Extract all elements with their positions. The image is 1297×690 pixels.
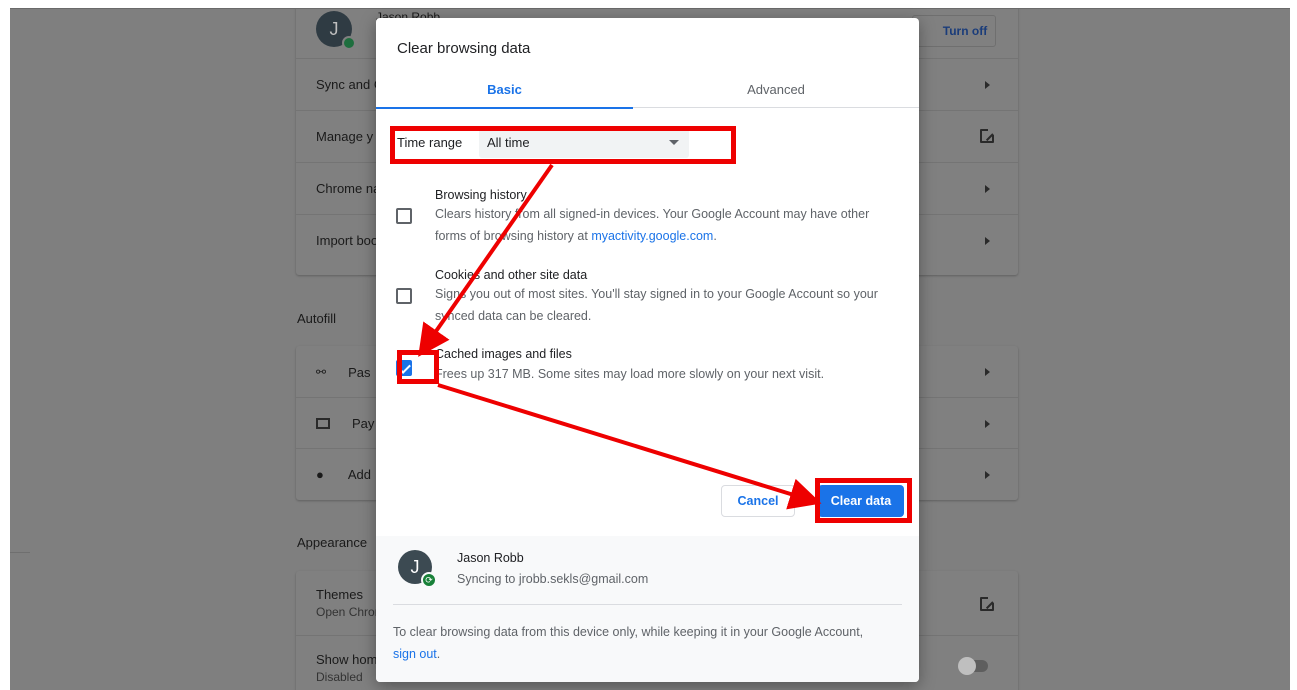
time-range-label: Time range bbox=[397, 135, 463, 150]
account-footer: J ⟳ Jason Robb Syncing to jrobb.sekls@gm… bbox=[376, 536, 919, 682]
arrow-right-icon bbox=[985, 368, 990, 376]
dialog-title: Clear browsing data bbox=[397, 40, 531, 57]
sign-out-note: To clear browsing data from this device … bbox=[393, 621, 873, 665]
themes-label: Themes bbox=[316, 587, 363, 602]
sign-out-link[interactable]: sign out bbox=[393, 647, 437, 661]
tab-basic[interactable]: Basic bbox=[376, 70, 633, 109]
row-label: Chrome na bbox=[316, 181, 381, 196]
credit-card-icon bbox=[316, 418, 330, 429]
cookies-checkbox[interactable] bbox=[396, 288, 412, 304]
profile-avatar-letter: J bbox=[329, 18, 339, 39]
tab-bar: Basic Advanced bbox=[376, 70, 919, 109]
location-pin-icon: ● bbox=[316, 467, 324, 482]
arrow-right-icon bbox=[985, 185, 990, 193]
show-home-toggle[interactable] bbox=[958, 657, 988, 675]
autofill-section-title: Autofill bbox=[297, 311, 337, 326]
cookies-title: Cookies and other site data bbox=[435, 268, 588, 282]
arrow-right-icon bbox=[985, 471, 990, 479]
clear-data-button[interactable]: Clear data bbox=[818, 485, 904, 517]
account-avatar: J ⟳ bbox=[398, 550, 437, 588]
profile-avatar: J bbox=[316, 11, 356, 50]
arrow-right-icon bbox=[985, 237, 990, 245]
row-label: Add bbox=[347, 467, 371, 482]
myactivity-link[interactable]: myactivity.google.com bbox=[591, 229, 713, 243]
open-external-icon bbox=[980, 596, 995, 611]
open-external-icon bbox=[980, 128, 995, 143]
themes-sub: Open Chron bbox=[316, 605, 382, 619]
cancel-button[interactable]: Cancel bbox=[721, 485, 795, 517]
row-label: Pay bbox=[352, 416, 375, 431]
sync-icon: ⟳ bbox=[421, 572, 437, 588]
tab-advanced[interactable]: Advanced bbox=[633, 70, 919, 108]
cached-images-title: Cached images and files bbox=[435, 347, 572, 361]
row-label: Sync and G bbox=[316, 77, 384, 92]
row-label: Pas bbox=[348, 364, 371, 380]
browsing-history-checkbox[interactable] bbox=[396, 208, 412, 224]
sync-badge-icon bbox=[342, 36, 356, 50]
browsing-history-desc: Clears history from all signed-in device… bbox=[435, 203, 895, 247]
note-text: To clear browsing data from this device … bbox=[393, 625, 864, 639]
show-home-label: Show home bbox=[316, 651, 385, 667]
avatar-letter: J bbox=[410, 556, 420, 577]
turn-off-button[interactable]: Turn off bbox=[912, 15, 996, 47]
show-home-sub: Disabled bbox=[316, 669, 363, 684]
row-label: Manage y bbox=[316, 129, 374, 144]
time-range-select[interactable]: All time bbox=[479, 126, 689, 158]
arrow-right-icon bbox=[985, 81, 990, 89]
account-sync-status: Syncing to jrobb.sekls@gmail.com bbox=[457, 572, 649, 586]
account-name: Jason Robb bbox=[457, 551, 524, 565]
footer-divider bbox=[393, 604, 902, 605]
dropdown-arrow-icon bbox=[669, 140, 679, 145]
time-range-value: All time bbox=[487, 134, 530, 150]
cookies-desc: Signs you out of most sites. You'll stay… bbox=[435, 287, 878, 323]
note-end: . bbox=[436, 647, 441, 661]
turn-off-label: Turn off bbox=[942, 24, 988, 38]
appearance-section-title: Appearance bbox=[297, 535, 368, 550]
desc-end: . bbox=[713, 229, 717, 243]
row-label: Import boo bbox=[316, 233, 379, 248]
key-icon: ⚯ bbox=[316, 365, 327, 379]
cached-images-checkbox[interactable] bbox=[396, 360, 412, 376]
arrow-right-icon bbox=[985, 420, 990, 428]
clear-browsing-data-dialog: Clear browsing data Basic Advanced Time … bbox=[376, 18, 919, 682]
left-divider bbox=[10, 552, 30, 553]
browsing-history-title: Browsing history bbox=[435, 188, 527, 202]
cached-images-desc: Frees up 317 MB. Some sites may load mor… bbox=[435, 367, 825, 381]
